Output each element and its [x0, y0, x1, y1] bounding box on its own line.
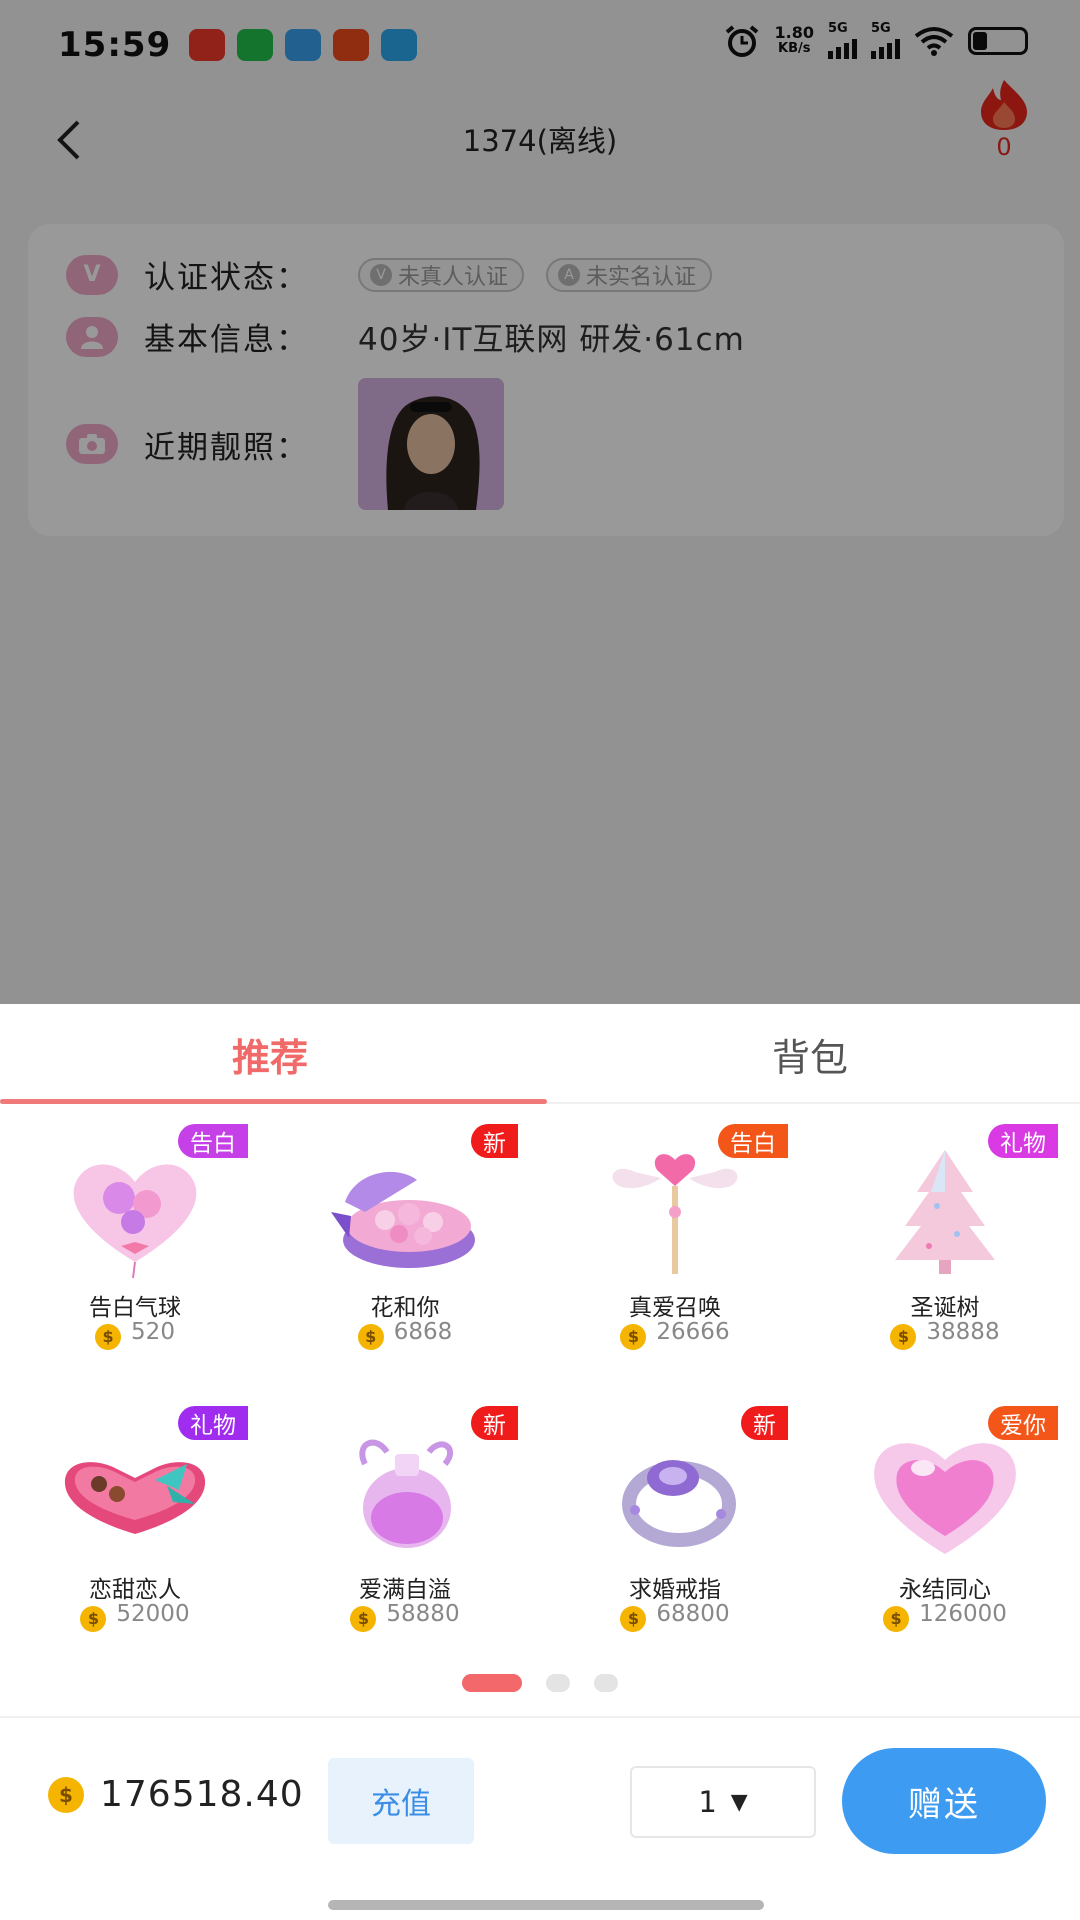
send-gift-button[interactable]: 赠送 — [842, 1748, 1046, 1854]
quantity-select[interactable]: 1 ▼ — [630, 1766, 816, 1838]
page-dot-2[interactable] — [546, 1674, 570, 1692]
gift-item-christmas-tree[interactable]: 礼物 圣诞树 $38888 — [810, 1122, 1080, 1382]
gift-action-bar: $ 176518.40 充值 1 ▼ 赠送 — [0, 1716, 1080, 1920]
pink-heart-icon — [874, 1443, 1016, 1554]
coin-icon: $ — [620, 1324, 647, 1350]
gift-price: $68800 — [540, 1601, 810, 1632]
gift-item-sweet-lovers[interactable]: 礼物 恋甜恋人 $52000 — [0, 1404, 270, 1664]
gift-price: $126000 — [810, 1601, 1080, 1632]
gift-name: 求婚戒指 — [629, 1577, 721, 1603]
modal-overlay[interactable] — [0, 0, 1080, 1004]
tab-backpack[interactable]: 背包 — [540, 1004, 1080, 1104]
page-dot-1[interactable] — [462, 1674, 522, 1692]
gift-price: $38888 — [810, 1319, 1080, 1350]
gift-name: 永结同心 — [899, 1577, 991, 1603]
gift-name: 恋甜恋人 — [89, 1577, 181, 1603]
quantity-value: 1 — [698, 1785, 717, 1819]
gift-item-true-love-summon[interactable]: 告白 真爱召唤 $26666 — [540, 1122, 810, 1382]
coin-icon: $ — [95, 1324, 122, 1350]
gift-tabs: 推荐 背包 — [0, 1004, 1080, 1104]
coin-icon: $ — [883, 1606, 910, 1632]
balance-value: 176518.40 — [100, 1774, 304, 1815]
gift-price: $6868 — [270, 1319, 540, 1350]
gift-item-proposal-ring[interactable]: 新 求婚戒指 $68800 — [540, 1404, 810, 1664]
chocolate-box-icon — [64, 1462, 206, 1534]
dropdown-arrow-icon: ▼ — [730, 1789, 748, 1815]
coin-icon: $ — [620, 1606, 647, 1632]
gift-price: $520 — [0, 1319, 270, 1350]
gift-item-flowers-and-you[interactable]: 新 花和你 $6868 — [270, 1122, 540, 1382]
ring-icon — [622, 1460, 736, 1547]
gift-item-confession-balloon[interactable]: 告白 告白气球 $520 — [0, 1122, 270, 1382]
coin-icon: $ — [890, 1324, 917, 1350]
tab-recommended[interactable]: 推荐 — [0, 1004, 540, 1104]
coin-icon: $ — [80, 1606, 107, 1632]
page-dot-3[interactable] — [594, 1674, 618, 1692]
gift-name: 真爱召唤 — [629, 1295, 721, 1321]
recharge-button[interactable]: 充值 — [328, 1758, 474, 1844]
home-indicator[interactable] — [328, 1900, 764, 1910]
love-potion-icon — [359, 1439, 454, 1548]
gift-item-overflowing-love[interactable]: 新 爱满自溢 $58880 — [270, 1404, 540, 1664]
gift-name: 告白气球 — [89, 1295, 181, 1321]
gift-name: 圣诞树 — [910, 1295, 980, 1321]
coin-icon: $ — [357, 1324, 384, 1350]
gift-panel: 推荐 背包 告白 告白气球 $520 新 花和你 $ 6868 告白 真爱召唤 … — [0, 1004, 1080, 1920]
gift-name: 爱满自溢 — [359, 1577, 451, 1603]
flower-box-icon — [331, 1171, 475, 1268]
coin-icon: $ — [350, 1606, 377, 1632]
coin-icon: $ — [48, 1776, 84, 1813]
gift-page-indicator — [0, 1674, 1080, 1692]
christmas-tree-icon — [895, 1150, 995, 1274]
heart-balloon-icon — [73, 1164, 197, 1279]
coin-balance: $ 176518.40 — [48, 1774, 304, 1815]
gift-item-eternal-bond[interactable]: 爱你 永结同心 $126000 — [810, 1404, 1080, 1664]
gift-name: 花和你 — [370, 1295, 440, 1321]
gift-price: $26666 — [540, 1319, 810, 1350]
gift-price: $52000 — [0, 1601, 270, 1632]
active-tab-indicator — [0, 1099, 547, 1104]
gift-price: $58880 — [270, 1601, 540, 1632]
magic-wand-icon — [612, 1154, 738, 1274]
